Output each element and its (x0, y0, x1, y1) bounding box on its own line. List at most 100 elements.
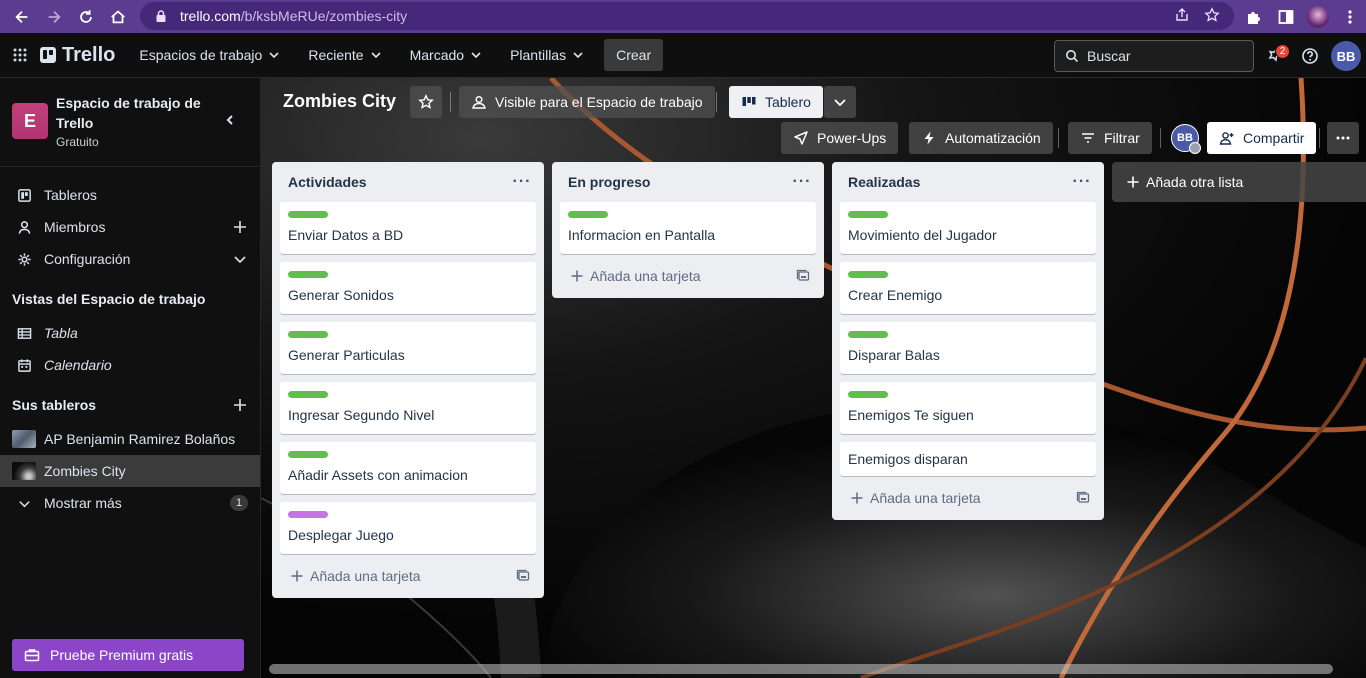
gear-icon (16, 251, 32, 267)
horizontal-scrollbar[interactable] (269, 664, 1333, 674)
collapse-sidebar-button[interactable] (220, 110, 240, 130)
reload-icon[interactable] (70, 0, 102, 33)
visibility-button[interactable]: Visible para el Espacio de trabajo (459, 86, 715, 118)
card[interactable]: Enviar Datos a BD (280, 202, 536, 254)
list-en-progreso: En progreso ··· Informacion en Pantalla … (552, 162, 824, 298)
plus-icon (571, 270, 583, 282)
card[interactable]: Enemigos disparan (840, 442, 1096, 476)
extensions-puzzle-icon[interactable] (1238, 0, 1270, 33)
board-thumbnail (12, 462, 36, 480)
workspace-members-icon (472, 95, 486, 109)
list-header[interactable]: Realizadas ··· (832, 162, 1104, 202)
app-switcher-icon[interactable] (0, 33, 40, 78)
board-view-button[interactable]: Tablero (729, 86, 823, 118)
board-title[interactable]: Zombies City (283, 91, 396, 112)
try-premium-button[interactable]: Pruebe Premium gratis (12, 639, 244, 671)
nav-recent[interactable]: Reciente (298, 39, 391, 71)
list-menu-icon[interactable]: ··· (512, 172, 532, 192)
card-template-icon[interactable] (796, 269, 810, 283)
add-card-button[interactable]: Añada una tarjeta (832, 480, 1104, 516)
switch-views-button[interactable] (824, 86, 856, 118)
add-board-plus-icon[interactable] (232, 397, 248, 413)
home-icon[interactable] (102, 0, 134, 33)
list-menu-icon[interactable]: ··· (792, 172, 812, 192)
list-title[interactable]: Actividades (288, 174, 367, 190)
bookmark-star-icon[interactable] (1204, 7, 1220, 23)
browser-menu-icon[interactable] (1334, 0, 1366, 33)
board-member-avatar[interactable]: BB (1171, 124, 1201, 154)
card-template-icon[interactable] (516, 569, 530, 583)
back-arrow-icon[interactable] (6, 0, 38, 33)
show-more-boards[interactable]: Mostrar más 1 (0, 487, 260, 519)
card[interactable]: Generar Particulas (280, 322, 536, 374)
browser-profile-avatar[interactable] (1302, 0, 1334, 33)
side-panel-icon[interactable] (1270, 0, 1302, 33)
chevron-down-icon (834, 99, 846, 107)
workspace-name[interactable]: Espacio de trabajo de Trello (56, 93, 206, 133)
automation-button[interactable]: Automatización (909, 122, 1053, 154)
browser-toolbar: trello.com/b/ksbMeRUe/zombies-city (0, 0, 1366, 33)
trello-logo[interactable]: Trello (40, 44, 115, 67)
sidebar-item-boards[interactable]: Tableros (0, 179, 260, 211)
add-member-plus-icon[interactable] (232, 219, 248, 235)
sidebar-board-label: AP Benjamin Ramirez Bolaños (44, 431, 236, 447)
create-button[interactable]: Crear (604, 39, 664, 71)
account-avatar[interactable]: BB (1331, 41, 1361, 71)
power-ups-button[interactable]: Power-Ups (781, 122, 899, 154)
card[interactable]: Crear Enemigo (840, 262, 1096, 314)
add-card-button[interactable]: Añada una tarjeta (552, 258, 824, 294)
sidebar-item-members[interactable]: Miembros (0, 211, 260, 243)
help-button[interactable] (1294, 40, 1326, 72)
lock-icon (156, 10, 166, 22)
card-template-icon[interactable] (1076, 491, 1090, 505)
board-view-label: Tablero (765, 94, 811, 110)
board-menu-button[interactable] (1327, 122, 1359, 154)
card[interactable]: Añadir Assets con animacion (280, 442, 536, 494)
notifications-button[interactable]: 2 (1258, 40, 1290, 72)
toolbar-divider (1319, 128, 1320, 148)
star-board-button[interactable] (410, 86, 442, 118)
card[interactable]: Ingresar Segundo Nivel (280, 382, 536, 434)
sidebar-item-table[interactable]: Tabla (0, 317, 260, 349)
sidebar-item-settings[interactable]: Configuración (0, 243, 260, 275)
chevron-down-icon[interactable] (232, 251, 248, 267)
filter-icon (1082, 133, 1094, 143)
url-host: trello.com (180, 8, 241, 24)
member-icon (16, 219, 32, 235)
address-bar[interactable]: trello.com/b/ksbMeRUe/zombies-city (140, 2, 1234, 30)
card[interactable]: Desplegar Juego (280, 502, 536, 554)
workspace-avatar[interactable]: E (12, 103, 48, 139)
board-canvas: Zombies City Visible para el Espacio de … (261, 78, 1366, 678)
trello-logo-icon (40, 47, 56, 63)
sidebar-board-ap-benjamin[interactable]: AP Benjamin Ramirez Bolaños (0, 423, 260, 455)
card-title: Enemigos disparan (848, 451, 968, 467)
card[interactable]: Informacion en Pantalla (560, 202, 816, 254)
briefcase-icon (24, 649, 40, 662)
sidebar-board-zombies-city[interactable]: Zombies City (0, 455, 260, 487)
list-title[interactable]: Realizadas (848, 174, 920, 190)
card[interactable]: Movimiento del Jugador (840, 202, 1096, 254)
card-label-green (848, 271, 888, 278)
forward-arrow-icon[interactable] (38, 0, 70, 33)
card-title: Movimiento del Jugador (848, 227, 997, 243)
rocket-icon (794, 131, 808, 145)
list-header[interactable]: En progreso ··· (552, 162, 824, 202)
share-page-icon[interactable] (1174, 7, 1190, 23)
nav-starred[interactable]: Marcado (400, 39, 492, 71)
card-label-green (848, 391, 888, 398)
card[interactable]: Disparar Balas (840, 322, 1096, 374)
card[interactable]: Enemigos Te siguen (840, 382, 1096, 434)
list-title[interactable]: En progreso (568, 174, 650, 190)
share-button[interactable]: Compartir (1207, 122, 1317, 154)
filter-button[interactable]: Filtrar (1068, 122, 1152, 154)
sidebar-item-calendar[interactable]: Calendario (0, 349, 260, 381)
card[interactable]: Generar Sonidos (280, 262, 536, 314)
add-card-button[interactable]: Añada una tarjeta (272, 558, 544, 594)
toolbar-divider (1160, 128, 1161, 148)
list-menu-icon[interactable]: ··· (1072, 172, 1092, 192)
nav-templates[interactable]: Plantillas (500, 39, 594, 71)
search-input[interactable]: Buscar (1054, 40, 1254, 72)
add-list-button[interactable]: Añada otra lista (1112, 162, 1366, 202)
nav-workspaces[interactable]: Espacios de trabajo (129, 39, 290, 71)
list-header[interactable]: Actividades ··· (272, 162, 544, 202)
